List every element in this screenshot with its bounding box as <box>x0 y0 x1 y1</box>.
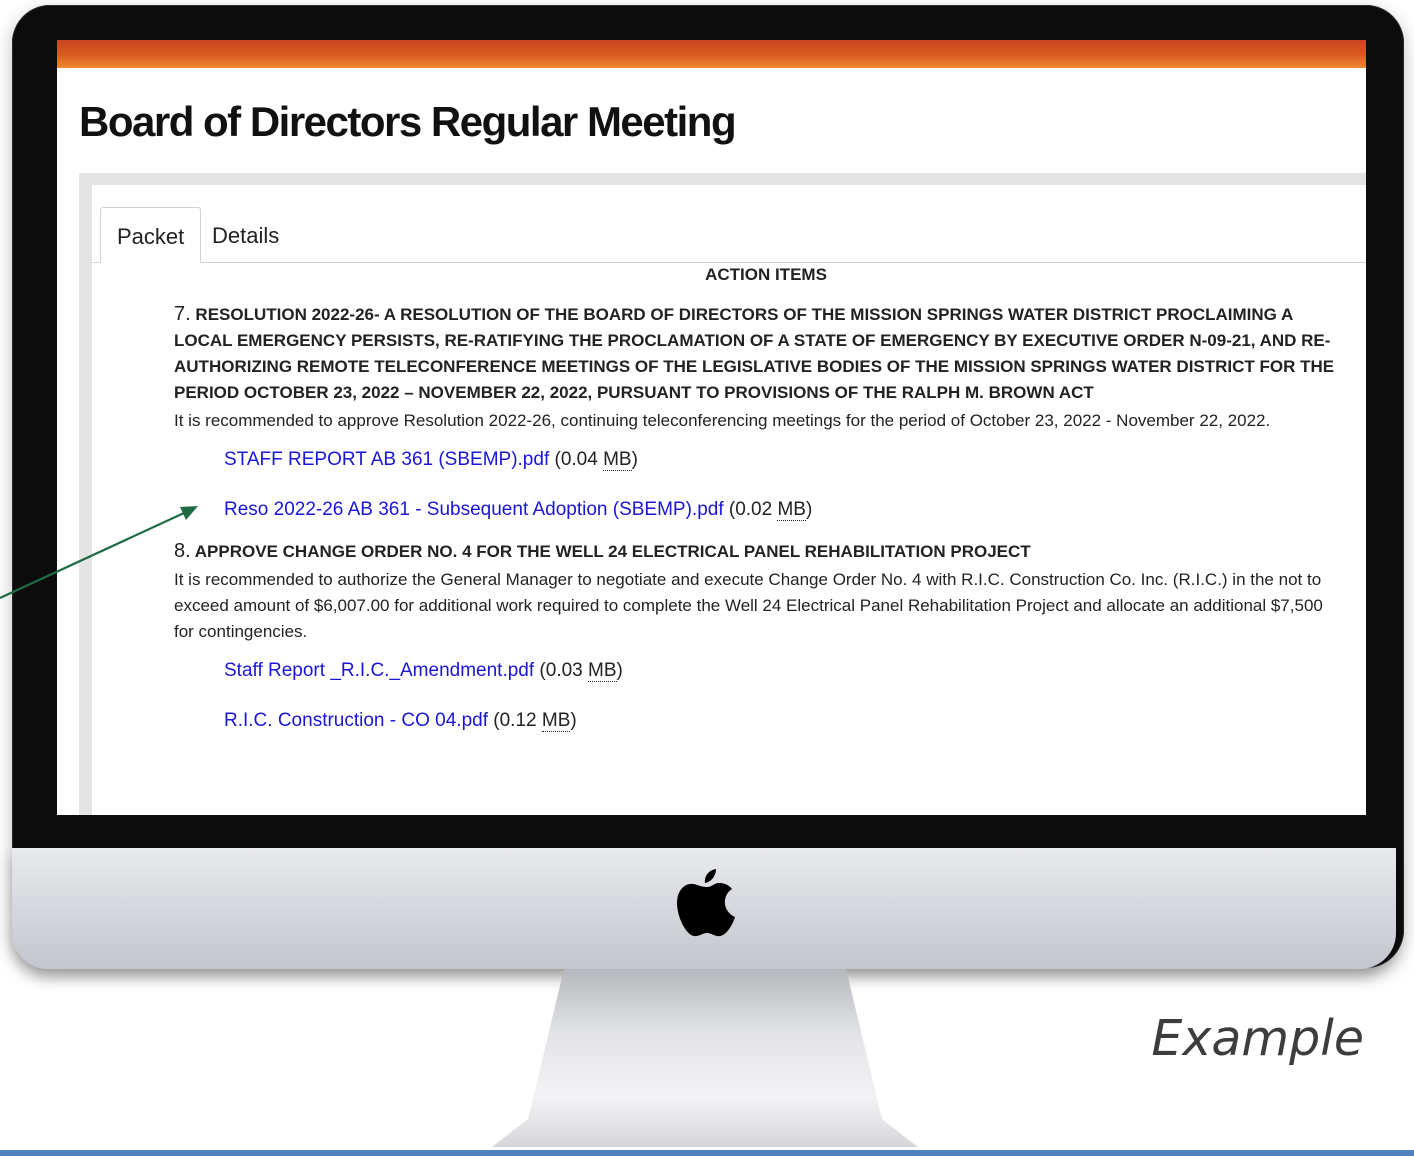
attachment-size: (0.12 MB) <box>488 710 577 732</box>
attachment-size: (0.03 MB) <box>534 660 623 682</box>
agenda-item-title: 8. APPROVE CHANGE ORDER NO. 4 FOR THE WE… <box>174 538 1344 565</box>
attachment-link[interactable]: Staff Report _R.I.C._Amendment.pdf <box>224 660 534 681</box>
attachment-link[interactable]: Reso 2022-26 AB 361 - Subsequent Adoptio… <box>224 499 724 520</box>
attachment-size-unit: MB <box>588 660 617 682</box>
attachment-size-close: ) <box>805 499 813 520</box>
section-heading: ACTION ITEMS <box>705 265 827 284</box>
attachment-size-value: (0.12 <box>488 710 542 731</box>
meeting-panel: Packet Details ACTION ITEMS 7. RESOLUTIO… <box>79 173 1366 815</box>
footer-rule <box>0 1150 1414 1156</box>
attachment-list: STAFF REPORT AB 361 (SBEMP).pdf (0.04 MB… <box>224 448 1344 522</box>
agenda-item-title: 7. RESOLUTION 2022-26- A RESOLUTION OF T… <box>174 301 1344 406</box>
tab-bar: Packet Details <box>92 185 1366 263</box>
attachment-size-unit: MB <box>541 710 571 732</box>
agenda-item-number: 7. <box>174 303 191 325</box>
caption: Example <box>1151 1010 1364 1067</box>
attachment-size-unit: MB <box>603 449 632 471</box>
attachment-size-unit: MB <box>777 499 806 521</box>
attachment-item: Staff Report _R.I.C._Amendment.pdf (0.03… <box>224 659 1344 683</box>
attachment-size-value: (0.03 <box>534 660 589 681</box>
attachment-size-close: ) <box>616 660 623 681</box>
attachment-item: R.I.C. Construction - CO 04.pdf (0.12 MB… <box>224 709 1344 733</box>
attachment-list: Staff Report _R.I.C._Amendment.pdf (0.03… <box>224 659 1344 733</box>
attachment-size-value: (0.04 <box>549 449 604 470</box>
packet-content: ACTION ITEMS 7. RESOLUTION 2022-26- A RE… <box>174 265 1344 759</box>
header-color-bar <box>57 40 1366 68</box>
arrow-pointer-icon <box>0 506 198 599</box>
attachment-size: (0.04 MB) <box>549 449 638 471</box>
agenda-item: 7. RESOLUTION 2022-26- A RESOLUTION OF T… <box>174 301 1344 522</box>
apple-logo-icon <box>677 869 735 937</box>
agenda-item-description: It is recommended to approve Resolution … <box>174 411 1271 430</box>
agenda-item-title-text: APPROVE CHANGE ORDER NO. 4 FOR THE WELL … <box>194 542 1031 561</box>
attachment-link[interactable]: STAFF REPORT AB 361 (SBEMP).pdf <box>224 449 549 470</box>
monitor-stand <box>492 969 918 1147</box>
attachment-size: (0.02 MB) <box>723 499 813 521</box>
attachment-size-close: ) <box>631 449 638 470</box>
attachment-size-value: (0.02 <box>723 499 778 520</box>
attachment-item: Reso 2022-26 AB 361 - Subsequent Adoptio… <box>224 498 1344 522</box>
attachment-size-close: ) <box>570 710 577 731</box>
meeting-panel-body: Packet Details ACTION ITEMS 7. RESOLUTIO… <box>92 185 1366 815</box>
attachment-item: STAFF REPORT AB 361 (SBEMP).pdf (0.04 MB… <box>224 448 1344 472</box>
attachment-link[interactable]: R.I.C. Construction - CO 04.pdf <box>224 710 488 731</box>
agenda-item: 8. APPROVE CHANGE ORDER NO. 4 FOR THE WE… <box>174 538 1344 733</box>
tab-packet[interactable]: Packet <box>100 207 202 263</box>
agenda-item-title-text: RESOLUTION 2022-26- A RESOLUTION OF THE … <box>174 305 1335 402</box>
tab-details[interactable]: Details <box>196 207 295 263</box>
agenda-item-description: It is recommended to authorize the Gener… <box>174 570 1323 641</box>
page-title: Board of Directors Regular Meeting <box>79 98 737 145</box>
screen: Board of Directors Regular Meeting Packe… <box>57 40 1366 815</box>
